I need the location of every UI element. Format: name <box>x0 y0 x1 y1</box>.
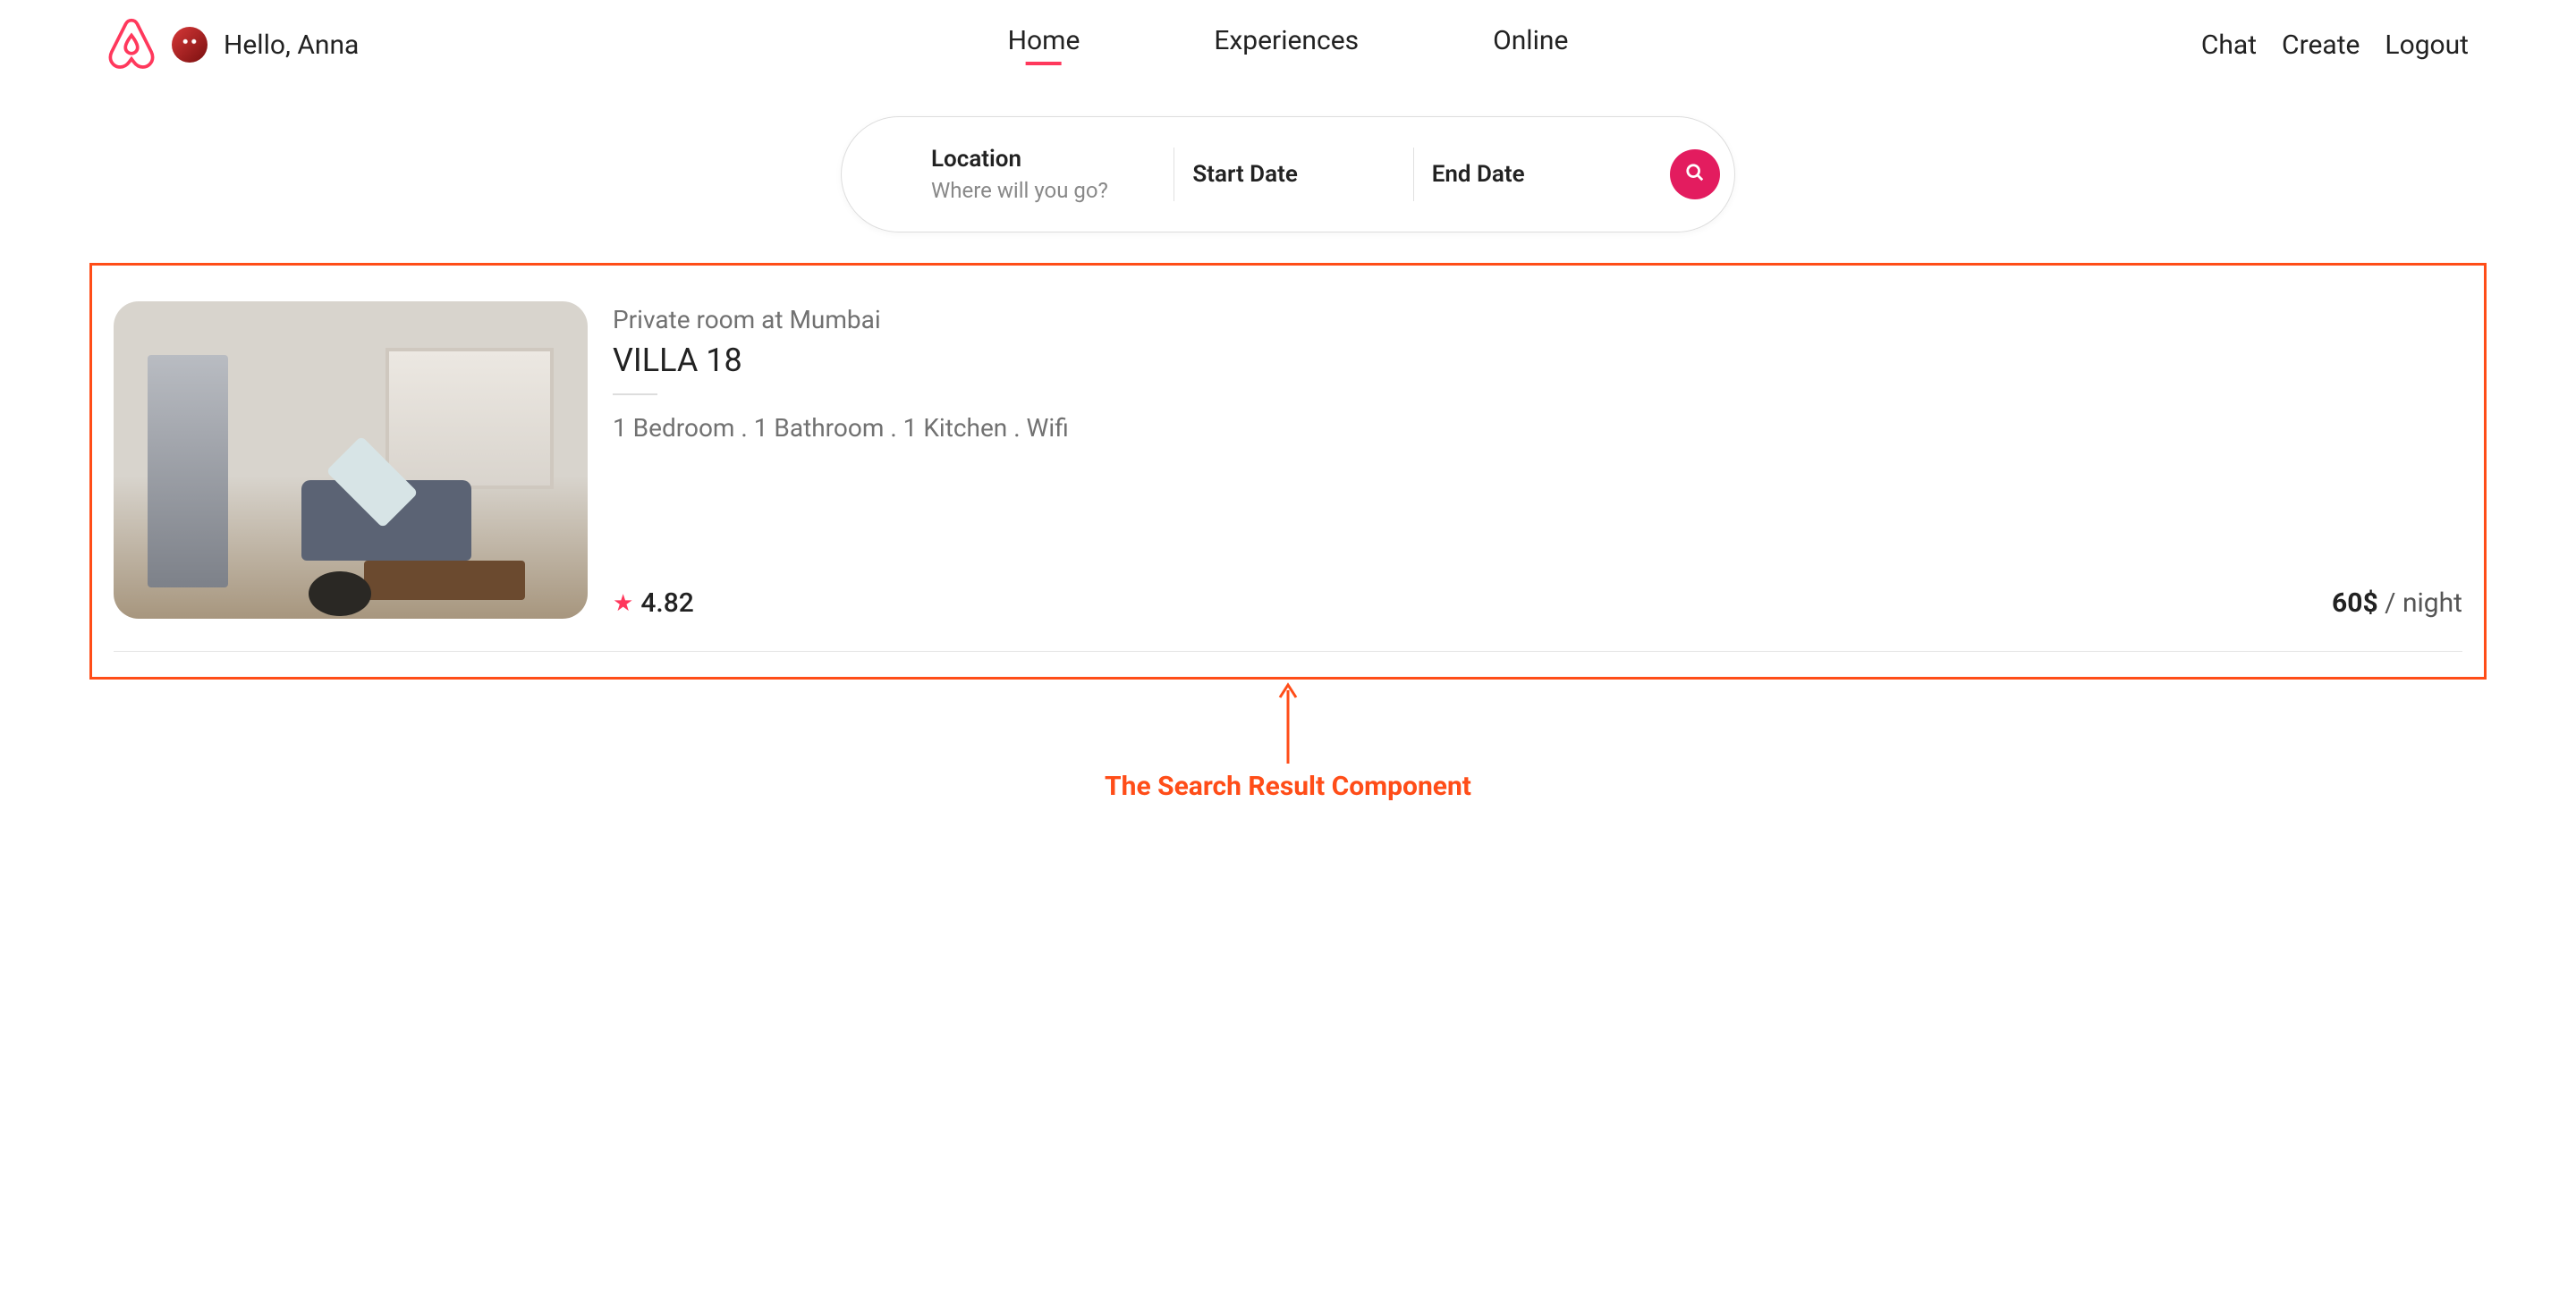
search-enddate-segment[interactable]: End Date <box>1413 148 1652 201</box>
location-placeholder: Where will you go? <box>931 178 1156 203</box>
nav-center: Home Experiences Online <box>1008 25 1569 65</box>
search-result-component: Private room at Mumbai VILLA 18 1 Bedroo… <box>89 263 2487 680</box>
nav-create[interactable]: Create <box>2282 30 2360 61</box>
enddate-label: End Date <box>1432 161 1634 188</box>
price-unit: / night <box>2378 587 2462 619</box>
annotation: The Search Result Component <box>0 680 2576 802</box>
listing-card[interactable]: Private room at Mumbai VILLA 18 1 Bedroo… <box>114 301 2462 652</box>
header: Hello, Anna Home Experiences Online Chat… <box>0 0 2576 72</box>
listing-price: 60$ / night <box>2332 587 2462 619</box>
arrow-icon <box>1275 680 1301 765</box>
searchbar-wrap: Location Where will you go? Start Date E… <box>0 116 2576 232</box>
greeting-text: Hello, Anna <box>224 30 359 61</box>
header-right: Chat Create Logout <box>2201 30 2469 61</box>
search-startdate-segment[interactable]: Start Date <box>1174 148 1412 201</box>
search-location-segment[interactable]: Location Where will you go? <box>913 146 1174 203</box>
search-button[interactable] <box>1670 149 1720 199</box>
nav-chat[interactable]: Chat <box>2201 30 2257 61</box>
price-amount: 60$ <box>2332 587 2378 619</box>
searchbar: Location Where will you go? Start Date E… <box>841 116 1735 232</box>
location-label: Location <box>931 146 1156 173</box>
header-left: Hello, Anna <box>107 17 359 72</box>
nav-home[interactable]: Home <box>1008 25 1080 65</box>
rating-value: 4.82 <box>640 587 694 619</box>
nav-logout[interactable]: Logout <box>2385 30 2469 61</box>
annotation-label: The Search Result Component <box>1105 771 1471 802</box>
user-avatar[interactable] <box>172 27 208 63</box>
startdate-label: Start Date <box>1192 161 1394 188</box>
divider <box>613 393 657 395</box>
listing-title: VILLA 18 <box>613 342 2462 379</box>
listing-rating: ★ 4.82 <box>613 587 694 619</box>
listing-subtype: Private room at Mumbai <box>613 305 2462 334</box>
listing-amenities: 1 Bedroom . 1 Bathroom . 1 Kitchen . Wif… <box>613 413 2462 443</box>
nav-experiences[interactable]: Experiences <box>1214 25 1359 65</box>
nav-online[interactable]: Online <box>1493 25 1568 65</box>
listing-body: Private room at Mumbai VILLA 18 1 Bedroo… <box>613 301 2462 619</box>
star-icon: ★ <box>613 590 633 617</box>
listing-bottom-row: ★ 4.82 60$ / night <box>613 587 2462 619</box>
listing-thumbnail <box>114 301 588 619</box>
search-icon <box>1685 163 1705 186</box>
airbnb-logo-icon[interactable] <box>107 17 156 72</box>
